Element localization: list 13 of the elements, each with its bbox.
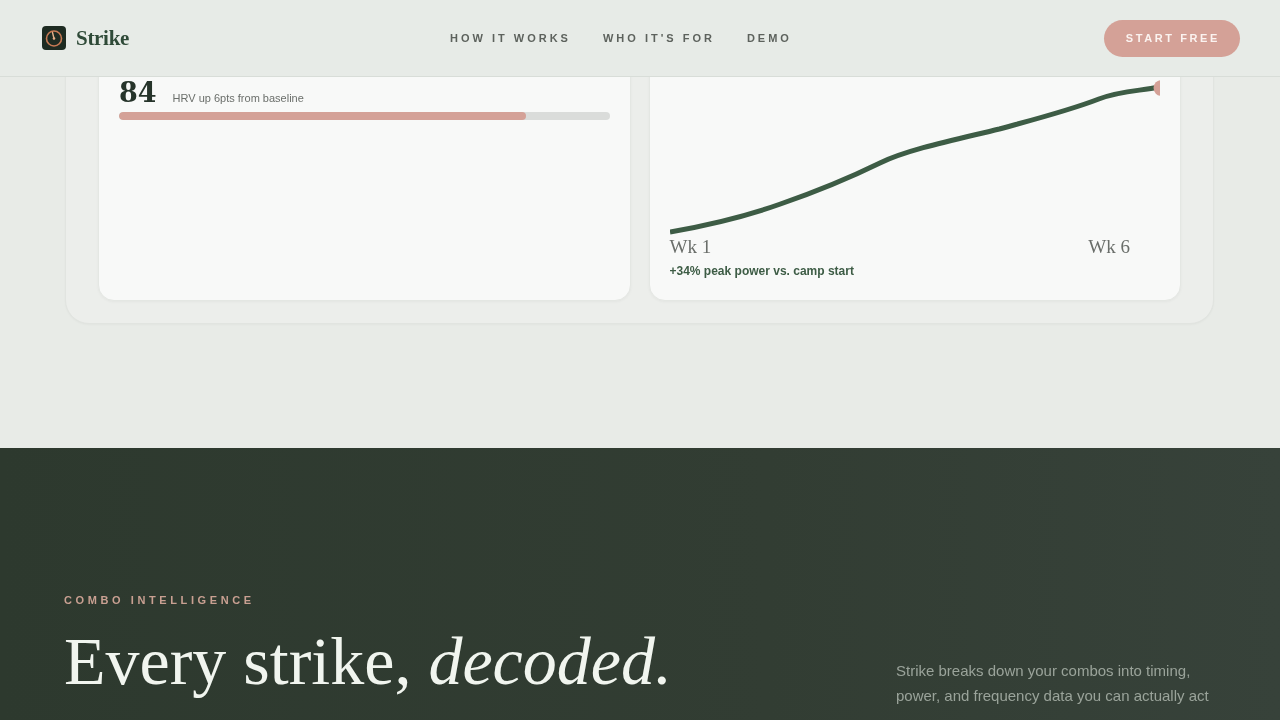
- section-heading: Every strike, decoded.: [64, 624, 672, 698]
- nav-link[interactable]: HOW IT WORKS: [450, 32, 571, 44]
- section-eyebrow: COMBO INTELLIGENCE: [64, 594, 256, 606]
- axis-label: Wk 1: [669, 236, 712, 258]
- axis-label: Wk 6: [1088, 236, 1130, 258]
- chart-caption: +34% peak power vs. camp start: [669, 264, 855, 278]
- nav-link[interactable]: DEMO: [746, 32, 792, 44]
- nav-link[interactable]: WHO IT'S FOR: [602, 32, 715, 44]
- stat-value: 84: [119, 79, 157, 107]
- brand-name[interactable]: Strike: [76, 25, 130, 51]
- section-description: Strike breaks down your combos into timing, power, and frequency data you can actually act: [896, 661, 1210, 706]
- stat-note: HRV up 6pts from baseline: [172, 92, 304, 104]
- dial-logo-icon: [42, 26, 66, 50]
